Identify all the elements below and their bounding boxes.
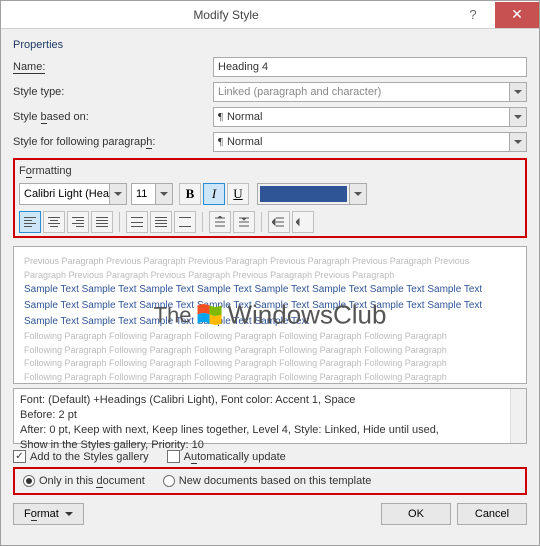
- scope-highlight-box: Only in this document New documents base…: [13, 467, 527, 495]
- line-spacing-1-button[interactable]: [126, 211, 148, 233]
- chevron-down-icon: [509, 108, 526, 126]
- align-center-button[interactable]: [43, 211, 65, 233]
- modify-style-dialog: Modify Style ? ✕ Properties Name: Style …: [0, 0, 540, 546]
- preview-sample-text: Sample Text Sample Text Sample Text Samp…: [24, 314, 516, 330]
- description-line: Show in the Styles gallery, Priority: 10: [20, 438, 520, 453]
- only-this-document-label: Only in this document: [39, 475, 145, 487]
- based-on-label: Style based on:: [13, 111, 213, 123]
- cancel-button[interactable]: Cancel: [457, 503, 527, 525]
- separator: [119, 212, 120, 232]
- italic-button[interactable]: I: [203, 183, 225, 205]
- based-on-combo[interactable]: ¶ Normal: [213, 107, 527, 127]
- new-documents-label: New documents based on this template: [179, 475, 372, 487]
- description-line: After: 0 pt, Keep with next, Keep lines …: [20, 423, 520, 438]
- increase-indent-button[interactable]: [292, 211, 314, 233]
- based-on-value: Normal: [227, 111, 262, 123]
- font-size-combo[interactable]: 11: [131, 183, 173, 205]
- pilcrow-icon: ¶: [218, 136, 223, 148]
- dialog-title: Modify Style: [1, 8, 451, 22]
- formatting-highlight-box: Formatting Calibri Light (Headings) 11 B…: [13, 158, 527, 238]
- titlebar: Modify Style ? ✕: [1, 1, 539, 29]
- preview-prev-para: Paragraph Previous Paragraph Previous Pa…: [24, 269, 516, 283]
- color-swatch: [260, 186, 347, 202]
- description-line: Font: (Default) +Headings (Calibri Light…: [20, 393, 520, 408]
- properties-section-label: Properties: [13, 39, 527, 51]
- chevron-down-icon: [155, 184, 172, 204]
- line-spacing-2-button[interactable]: [174, 211, 196, 233]
- font-value: Calibri Light (Headings): [24, 188, 122, 200]
- preview-follow-para: Following Paragraph Following Paragraph …: [24, 344, 516, 358]
- preview-follow-para: Following Paragraph Following Paragraph …: [24, 357, 516, 371]
- font-color-combo[interactable]: [257, 183, 367, 205]
- style-type-value: Linked (paragraph and character): [218, 86, 381, 98]
- chevron-down-icon: [509, 83, 526, 101]
- chevron-down-icon: [349, 184, 366, 204]
- space-before-increase-button[interactable]: [209, 211, 231, 233]
- name-label: Name:: [13, 61, 213, 73]
- dialog-content: Properties Name: Style type: Linked (par…: [1, 29, 539, 533]
- style-type-label: Style type:: [13, 86, 213, 98]
- preview-prev-para: Previous Paragraph Previous Paragraph Pr…: [24, 255, 516, 269]
- scrollbar[interactable]: [510, 389, 526, 443]
- new-documents-radio[interactable]: New documents based on this template: [163, 475, 372, 487]
- close-button[interactable]: ✕: [495, 2, 539, 28]
- description-line: Before: 2 pt: [20, 408, 520, 423]
- font-size-value: 11: [136, 188, 147, 200]
- space-before-decrease-button[interactable]: [233, 211, 255, 233]
- preview-sample-text: Sample Text Sample Text Sample Text Samp…: [24, 282, 516, 298]
- following-para-combo[interactable]: ¶ Normal: [213, 132, 527, 152]
- preview-sample-text: Sample Text Sample Text Sample Text Samp…: [24, 298, 516, 314]
- underline-button[interactable]: U: [227, 183, 249, 205]
- format-button-label: Format: [24, 508, 59, 520]
- chevron-down-icon: [509, 133, 526, 151]
- radio-icon: [163, 475, 175, 487]
- separator: [261, 212, 262, 232]
- align-right-button[interactable]: [67, 211, 89, 233]
- preview-follow-para: Following Paragraph Following Paragraph …: [24, 371, 516, 385]
- only-this-document-radio[interactable]: Only in this document: [23, 475, 145, 487]
- ok-button[interactable]: OK: [381, 503, 451, 525]
- font-combo[interactable]: Calibri Light (Headings): [19, 183, 127, 205]
- align-justify-button[interactable]: [91, 211, 113, 233]
- radio-icon: [23, 475, 35, 487]
- following-para-label: Style for following paragraph:: [13, 136, 213, 148]
- name-input[interactable]: [213, 57, 527, 77]
- help-button[interactable]: ?: [451, 2, 495, 28]
- line-spacing-15-button[interactable]: [150, 211, 172, 233]
- align-left-button[interactable]: [19, 211, 41, 233]
- pilcrow-icon: ¶: [218, 111, 223, 123]
- following-para-value: Normal: [227, 136, 262, 148]
- separator: [202, 212, 203, 232]
- formatting-section-label: Formatting: [19, 165, 521, 177]
- preview-pane: Previous Paragraph Previous Paragraph Pr…: [13, 246, 527, 384]
- bold-button[interactable]: B: [179, 183, 201, 205]
- preview-follow-para: Following Paragraph Following Paragraph …: [24, 330, 516, 344]
- style-type-combo[interactable]: Linked (paragraph and character): [213, 82, 527, 102]
- description-box: Font: (Default) +Headings (Calibri Light…: [13, 388, 527, 444]
- decrease-indent-button[interactable]: [268, 211, 290, 233]
- format-menu-button[interactable]: Format: [13, 503, 84, 525]
- chevron-down-icon: [109, 184, 126, 204]
